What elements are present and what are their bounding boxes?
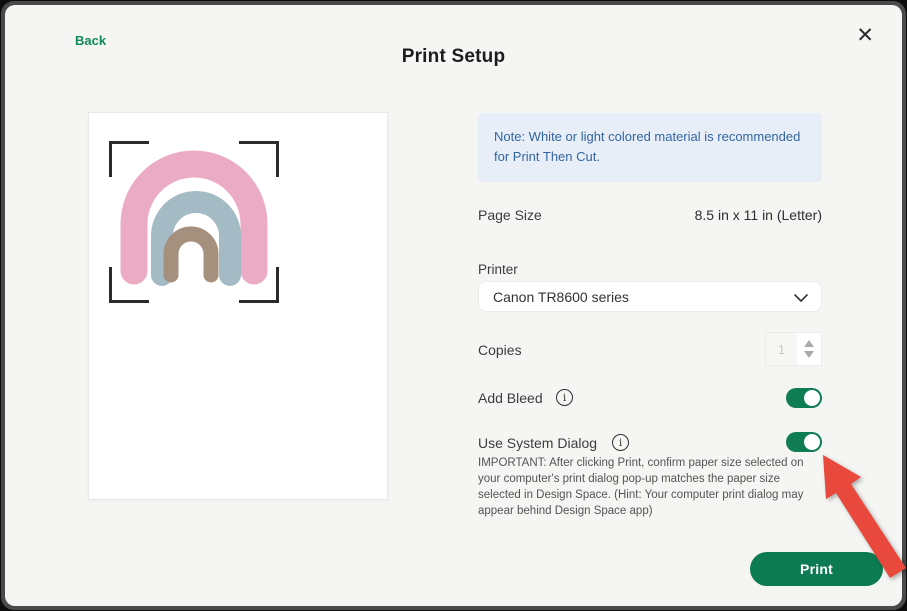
- toggle-knob: [804, 434, 820, 450]
- copies-value: 1: [766, 333, 797, 365]
- material-note: Note: White or light colored material is…: [478, 113, 822, 182]
- toggle-knob: [804, 390, 820, 406]
- crop-mark-top-left: [109, 141, 149, 177]
- print-button[interactable]: Print: [750, 552, 883, 586]
- crop-mark-bottom-right: [239, 267, 279, 303]
- stepper-up-icon[interactable]: [804, 340, 814, 347]
- stepper-down-icon[interactable]: [804, 351, 814, 358]
- use-system-dialog-toggle[interactable]: [786, 432, 822, 452]
- copies-stepper-arrows: [797, 333, 821, 365]
- add-bleed-toggle[interactable]: [786, 388, 822, 408]
- page-size-label: Page Size: [478, 207, 542, 223]
- crop-mark-top-right: [239, 141, 279, 177]
- printer-dropdown[interactable]: Canon TR8600 series: [478, 281, 822, 312]
- copies-stepper[interactable]: 1: [765, 332, 822, 366]
- printer-selected-option: Canon TR8600 series: [493, 289, 629, 305]
- crop-mark-bottom-left: [109, 267, 149, 303]
- important-note: IMPORTANT: After clicking Print, confirm…: [478, 455, 824, 519]
- add-bleed-label: Add Bleed: [478, 390, 543, 406]
- chevron-down-icon: [794, 294, 808, 302]
- use-system-dialog-info-icon[interactable]: i: [612, 434, 629, 451]
- add-bleed-info-icon[interactable]: i: [556, 389, 573, 406]
- print-preview-panel: [88, 112, 388, 500]
- printer-label: Printer: [478, 262, 518, 277]
- use-system-dialog-label: Use System Dialog: [478, 435, 597, 451]
- close-icon[interactable]: ✕: [852, 21, 878, 50]
- print-setup-dialog: Back Print Setup ✕ Note: White or light …: [5, 5, 902, 606]
- page-title: Print Setup: [5, 46, 902, 68]
- copies-label: Copies: [478, 342, 522, 358]
- page-size-value: 8.5 in x 11 in (Letter): [695, 207, 822, 223]
